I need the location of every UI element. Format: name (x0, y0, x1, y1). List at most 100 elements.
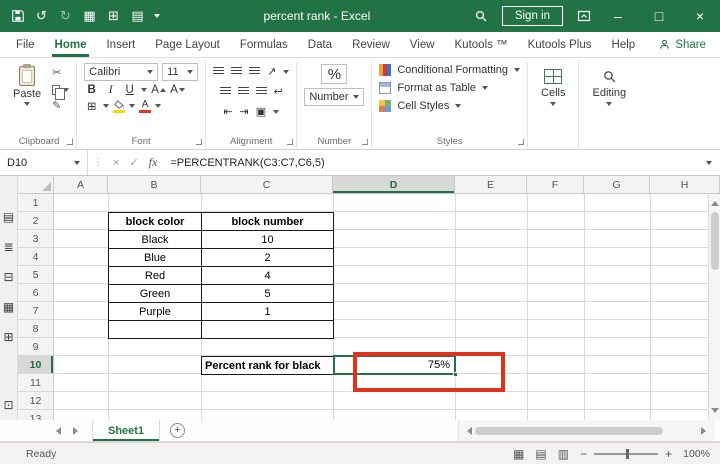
row-header-13[interactable]: 13 (18, 410, 53, 420)
increase-indent-icon[interactable]: ⇥ (240, 105, 249, 118)
row-header-10[interactable]: 10 (18, 356, 53, 374)
align-top-icon[interactable] (213, 67, 224, 76)
table-cell[interactable]: Green (109, 285, 202, 303)
page-layout-view-icon[interactable]: ▤ (535, 448, 546, 460)
row-header-11[interactable]: 11 (18, 374, 53, 392)
table-cell[interactable]: Purple (109, 303, 202, 321)
table-cell[interactable]: Black (109, 231, 202, 249)
column-header-g[interactable]: G (584, 176, 650, 193)
pane-icon-5[interactable]: ⊞ (2, 330, 16, 344)
table-empty-cell[interactable] (202, 321, 334, 339)
italic-button[interactable]: I (103, 84, 118, 96)
tab-view[interactable]: View (400, 32, 445, 57)
zoom-in-icon[interactable]: + (665, 447, 672, 461)
sheet-nav-left-icon[interactable] (46, 427, 67, 435)
row-header-8[interactable]: 8 (18, 320, 53, 338)
font-color-chevron-icon[interactable] (155, 104, 161, 108)
alignment-dialog-launcher-icon[interactable] (287, 139, 293, 145)
scroll-down-icon[interactable] (711, 408, 719, 417)
new-sheet-button[interactable]: + (170, 423, 185, 438)
column-header-c[interactable]: C (201, 176, 333, 193)
formula-bar-expand-icon[interactable] (706, 161, 712, 165)
enter-icon[interactable]: ✓ (124, 156, 143, 169)
page-break-view-icon[interactable]: ▥ (558, 448, 569, 460)
sign-in-button[interactable]: Sign in (502, 6, 563, 26)
minimize-button[interactable]: – (604, 8, 632, 24)
row-header-12[interactable]: 12 (18, 392, 53, 410)
insert-function-icon[interactable]: fx (144, 155, 163, 170)
percent-style-button[interactable]: % (321, 64, 347, 84)
styles-dialog-launcher-icon[interactable] (518, 139, 524, 145)
table-cell[interactable]: 10 (202, 231, 334, 249)
undo-icon[interactable]: ↺ (34, 8, 49, 24)
decrease-indent-icon[interactable]: ⇤ (223, 105, 232, 118)
tab-kutools[interactable]: Kutools ™ (445, 32, 518, 57)
row-header-4[interactable]: 4 (18, 248, 53, 266)
number-format-select[interactable]: Number (304, 88, 364, 106)
zoom-slider-thumb[interactable] (626, 449, 629, 459)
tab-page-layout[interactable]: Page Layout (145, 32, 230, 57)
row-header-9[interactable]: 9 (18, 338, 53, 356)
zoom-slider[interactable] (594, 453, 658, 455)
name-box[interactable]: D10 (0, 150, 88, 175)
pane-icon-6[interactable]: ⊡ (2, 398, 16, 412)
align-right-icon[interactable] (256, 87, 267, 96)
tab-formulas[interactable]: Formulas (230, 32, 298, 57)
scroll-up-icon[interactable] (711, 197, 719, 206)
format-painter-button[interactable]: ✎ (52, 101, 61, 112)
formula-input[interactable]: =PERCENTRANK(C3:C7,C6,5) (162, 157, 698, 169)
column-header-a[interactable]: A (54, 176, 108, 193)
column-header-e[interactable]: E (455, 176, 527, 193)
pane-icon-2[interactable]: ≣ (2, 240, 16, 254)
table-cell[interactable]: 4 (202, 267, 334, 285)
tab-help[interactable]: Help (602, 32, 646, 57)
bold-button[interactable]: B (84, 84, 99, 96)
merge-center-icon[interactable]: ▣ (256, 105, 266, 118)
column-header-d[interactable]: D (333, 176, 455, 193)
increase-font-button[interactable]: A (151, 84, 166, 96)
zoom-out-icon[interactable]: − (580, 447, 587, 461)
cancel-icon[interactable]: × (108, 157, 124, 169)
column-header-f[interactable]: F (527, 176, 584, 193)
underline-button[interactable]: U (122, 84, 137, 96)
column-header-b[interactable]: B (108, 176, 201, 193)
sheet-nav-right-icon[interactable] (67, 427, 88, 435)
row-header-2[interactable]: 2 (18, 212, 53, 230)
maximize-button[interactable]: □ (645, 8, 673, 24)
redo-icon[interactable]: ↻ (58, 8, 73, 24)
cell-styles-button[interactable]: Cell Styles (379, 99, 461, 112)
qat-custom-icon-3[interactable]: ▤ (130, 8, 145, 24)
row-header-1[interactable]: 1 (18, 194, 53, 212)
normal-view-icon[interactable]: ▦ (513, 448, 524, 460)
pane-icon-4[interactable]: ▦ (2, 300, 16, 314)
sheet-tab-sheet1[interactable]: Sheet1 (92, 420, 160, 441)
tab-review[interactable]: Review (342, 32, 400, 57)
search-icon[interactable] (474, 8, 489, 24)
pane-icon-1[interactable]: ▤ (2, 210, 16, 224)
align-middle-icon[interactable] (231, 67, 242, 76)
table-cell[interactable]: Blue (109, 249, 202, 267)
font-color-button[interactable]: A (139, 100, 151, 113)
row-header-7[interactable]: 7 (18, 302, 53, 320)
table-empty-cell[interactable] (109, 321, 202, 339)
cut-button[interactable]: ✂ (52, 68, 61, 79)
wrap-text-icon[interactable]: ↩ (274, 85, 283, 98)
qat-custom-icon-1[interactable]: ▦ (82, 8, 97, 24)
font-dialog-launcher-icon[interactable] (196, 139, 202, 145)
align-left-icon[interactable] (220, 87, 231, 96)
horizontal-scrollbar[interactable] (458, 420, 714, 441)
grid-canvas[interactable]: block color block number Black 10 Blue 2… (54, 194, 708, 420)
cells-button[interactable]: Cells (535, 63, 571, 106)
copy-button[interactable] (52, 85, 69, 95)
conditional-formatting-button[interactable]: Conditional Formatting (379, 63, 520, 76)
orientation-icon[interactable]: ↗ (267, 65, 276, 78)
clipboard-dialog-launcher-icon[interactable] (67, 139, 73, 145)
font-size-select[interactable]: 11 (162, 63, 198, 81)
borders-button[interactable]: ⊞ (84, 99, 99, 113)
column-header-h[interactable]: H (650, 176, 720, 193)
scroll-right-icon[interactable] (701, 427, 710, 435)
format-as-table-button[interactable]: Format as Table (379, 81, 488, 94)
table-cell[interactable]: Red (109, 267, 202, 285)
tab-insert[interactable]: Insert (96, 32, 145, 57)
pane-icon-3[interactable]: ⊟ (2, 270, 16, 284)
